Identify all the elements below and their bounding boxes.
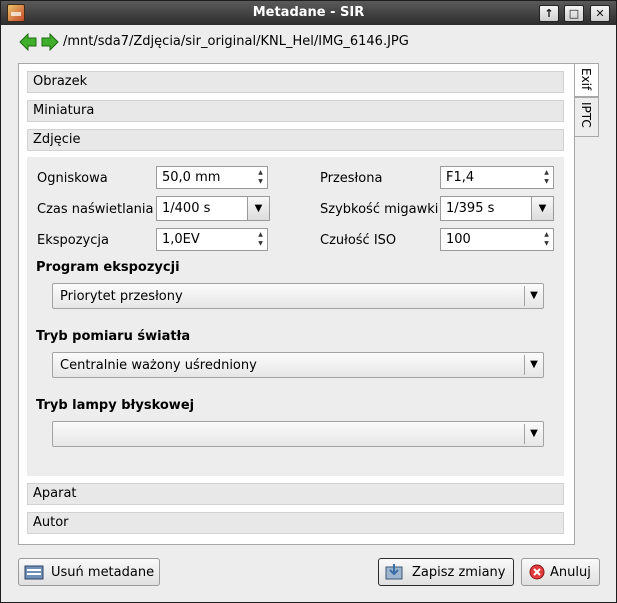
dropdown-arrow-icon[interactable]: ▼ [247, 197, 269, 220]
section-miniatura[interactable]: Miniatura [27, 100, 564, 122]
spin-arrows-icon[interactable]: ▲ ▼ [255, 230, 266, 249]
cancel-button[interactable]: Anuluj [521, 558, 600, 586]
photo-section-body: Ogniskowa 50,0 mm ▲ ▼ Przesłona F1,4 ▲ ▼ C… [27, 157, 564, 476]
iso-label: Czułość ISO [320, 233, 397, 248]
maximize-button[interactable]: □ [564, 5, 584, 22]
metadata-panel: Obrazek Miniatura Zdjęcie Ogniskowa 50,0… [18, 63, 575, 545]
section-aparat[interactable]: Aparat [27, 483, 564, 505]
close-button[interactable]: ✕ [590, 5, 610, 22]
exposure-spinbox[interactable]: 1,0EV ▲ ▼ [156, 228, 268, 251]
flash-title: Tryb lampy błyskowej [36, 398, 195, 413]
keep-above-button[interactable]: ↑ [539, 5, 559, 22]
metadata-window: Metadane - SIR ↑ □ ✕ /mnt/sda7/Zdjęcia/s… [0, 0, 617, 603]
next-arrow-icon[interactable] [41, 33, 59, 51]
save-changes-button[interactable]: Zapisz zmiany [378, 558, 514, 586]
previous-arrow-icon[interactable] [19, 33, 37, 51]
dropdown-arrow-icon[interactable]: ▼ [531, 197, 553, 220]
spin-arrows-icon[interactable]: ▲ ▼ [255, 168, 266, 187]
exposure-label: Ekspozycja [37, 233, 109, 248]
spin-arrows-icon[interactable]: ▲ ▼ [541, 230, 552, 249]
dropdown-arrow-icon[interactable]: ▼ [524, 286, 543, 306]
tab-iptc[interactable]: IPTC [575, 97, 599, 137]
tab-exif[interactable]: Exif [575, 63, 599, 97]
title-bar[interactable]: Metadane - SIR ↑ □ ✕ [1, 1, 616, 25]
shutter-speed-combo[interactable]: 1/395 s ▼ [440, 196, 554, 221]
program-combo[interactable]: Priorytet przesłony ▼ [52, 283, 544, 309]
flash-combo[interactable]: ▼ [52, 421, 544, 447]
dropdown-arrow-icon[interactable]: ▼ [524, 424, 543, 444]
section-zdjecie[interactable]: Zdjęcie [27, 129, 564, 151]
section-obrazek[interactable]: Obrazek [27, 71, 564, 93]
aperture-label: Przesłona [320, 171, 383, 186]
shutter-speed-label: Szybkość migawki [320, 202, 439, 217]
spin-arrows-icon[interactable]: ▲ ▼ [541, 168, 552, 187]
metering-title: Tryb pomiaru światła [36, 329, 191, 344]
focal-length-label: Ogniskowa [37, 171, 108, 186]
exposure-time-label: Czas naświetlania [37, 202, 154, 217]
exposure-time-combo[interactable]: 1/400 s ▼ [156, 196, 270, 221]
dropdown-arrow-icon[interactable]: ▼ [524, 355, 543, 375]
program-title: Program ekspozycji [36, 260, 180, 275]
metering-combo[interactable]: Centralnie ważony uśredniony ▼ [52, 352, 544, 378]
aperture-spinbox[interactable]: F1,4 ▲ ▼ [440, 166, 554, 189]
save-icon [385, 564, 403, 580]
remove-metadata-button[interactable]: Usuń metadane [18, 558, 160, 586]
focal-length-spinbox[interactable]: 50,0 mm ▲ ▼ [156, 166, 268, 189]
file-path: /mnt/sda7/Zdjęcia/sir_original/KNL_Hel/I… [63, 34, 409, 49]
iso-spinbox[interactable]: 100 ▲ ▼ [440, 228, 554, 251]
window-title: Metadane - SIR [252, 5, 365, 20]
cancel-icon [529, 564, 545, 580]
remove-metadata-icon [24, 565, 44, 580]
section-autor[interactable]: Autor [27, 512, 564, 534]
